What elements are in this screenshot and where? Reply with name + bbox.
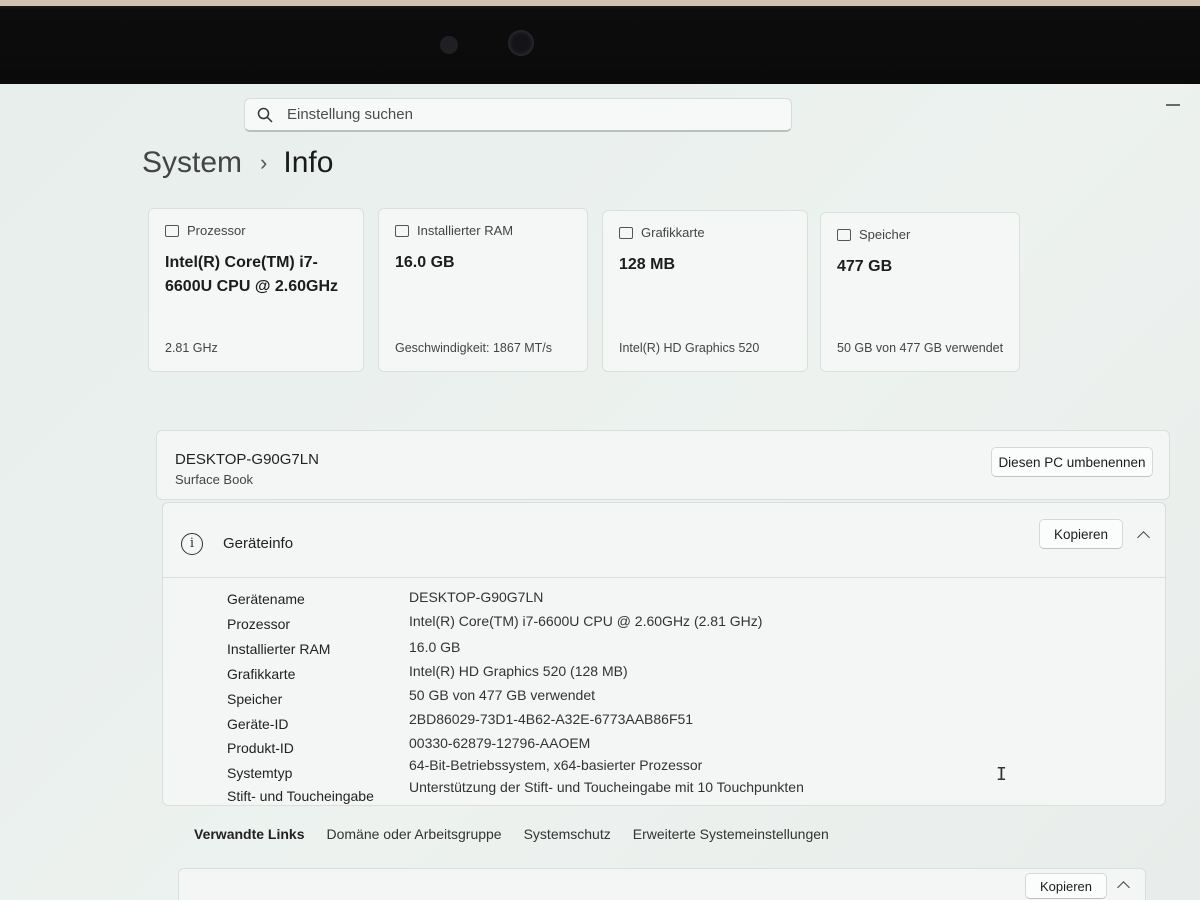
minimize-button[interactable] (1166, 104, 1180, 106)
card-sub: 50 GB von 477 GB verwendet (837, 341, 1004, 355)
search-placeholder: Einstellung suchen (287, 106, 413, 123)
storage-icon (837, 228, 851, 241)
spec-value: 64-Bit-Betriebssystem, x64-basierter Pro… (409, 757, 703, 773)
breadcrumb: System › Info (142, 146, 333, 180)
laptop-bezel (0, 0, 1200, 84)
search-box[interactable]: Einstellung suchen (244, 98, 792, 132)
camera-sensor-icon (440, 36, 458, 54)
device-name-panel: DESKTOP-G90G7LN Surface Book Diesen PC u… (156, 430, 1170, 500)
device-name: DESKTOP-G90G7LN (175, 451, 319, 468)
card-label: Prozessor (187, 223, 246, 238)
processor-icon (165, 224, 179, 237)
card-label: Installierter RAM (417, 223, 514, 238)
windows-spec-panel: Kopieren (178, 868, 1146, 900)
card-label: Speicher (859, 227, 911, 242)
breadcrumb-separator: › (260, 150, 268, 175)
related-links-bar: Verwandte Links Domäne oder Arbeitsgrupp… (176, 806, 1166, 862)
related-links-title: Verwandte Links (194, 826, 305, 842)
copy-button-2[interactable]: Kopieren (1025, 873, 1107, 899)
rename-pc-label: Diesen PC umbenennen (998, 454, 1146, 470)
spec-value: Unterstützung der Stift- und Toucheingab… (409, 779, 804, 795)
device-info-panel: i Geräteinfo Kopieren Gerätename DESKTOP… (162, 502, 1167, 806)
page-title: Info (283, 146, 334, 179)
card-graphics: Grafikkarte 128 MB Intel(R) HD Graphics … (602, 210, 808, 372)
spec-label: Produkt-ID (227, 740, 294, 756)
copy-label: Kopieren (1053, 526, 1109, 542)
card-sub: Geschwindigkeit: 1867 MT/s (395, 341, 553, 355)
text-cursor-icon: I (996, 764, 1007, 785)
copy-label: Kopieren (1039, 878, 1093, 894)
spec-label: Geräte-ID (227, 716, 289, 732)
spec-value: 50 GB von 477 GB verwendet (409, 687, 595, 703)
spec-label: Stift- und Toucheingabe (227, 788, 374, 804)
camera-lens-icon (508, 30, 534, 56)
spec-label: Grafikkarte (227, 666, 296, 682)
chevron-up-icon[interactable] (1117, 881, 1130, 894)
card-processor: Prozessor Intel(R) Core(TM) i7-6600U CPU… (148, 208, 364, 372)
spec-label: Installierter RAM (227, 641, 331, 657)
copy-button[interactable]: Kopieren (1039, 519, 1123, 549)
chevron-up-icon[interactable] (1137, 531, 1150, 544)
spec-value: Intel(R) HD Graphics 520 (128 MB) (409, 663, 628, 679)
spec-value: DESKTOP-G90G7LN (409, 589, 544, 605)
search-icon (257, 107, 273, 123)
card-value: 16.0 GB (395, 254, 455, 271)
graphics-card-icon (619, 226, 633, 239)
rename-pc-button[interactable]: Diesen PC umbenennen (991, 447, 1153, 477)
link-system-protection[interactable]: Systemschutz (524, 826, 611, 842)
link-advanced-settings[interactable]: Erweiterte Systemeinstellungen (633, 826, 829, 842)
card-sub: 2.81 GHz (165, 341, 218, 355)
spec-value: 2BD86029-73D1-4B62-A32E-6773AAB86F51 (409, 711, 694, 727)
bezel-edge (0, 0, 1200, 6)
ram-icon (395, 224, 409, 237)
device-model: Surface Book (175, 472, 254, 487)
divider (163, 577, 1167, 578)
breadcrumb-system[interactable]: System (142, 146, 242, 180)
card-label: Grafikkarte (641, 225, 705, 240)
card-sub: Intel(R) HD Graphics 520 (619, 341, 760, 355)
card-storage: Speicher 477 GB 50 GB von 477 GB verwend… (820, 212, 1020, 372)
card-value: Intel(R) Core(TM) i7-6600U CPU @ 2.60GHz (165, 254, 339, 295)
settings-window: Einstellung suchen System › Info Prozess… (0, 84, 1200, 900)
link-domain-workgroup[interactable]: Domäne oder Arbeitsgruppe (326, 826, 501, 842)
card-value: 128 MB (619, 256, 676, 273)
device-info-title: Geräteinfo (223, 535, 294, 552)
spec-value: 00330-62879-12796-AAOEM (409, 735, 591, 751)
spec-value: 16.0 GB (409, 639, 461, 655)
spec-label: Systemtyp (227, 765, 293, 781)
spec-value: Intel(R) Core(TM) i7-6600U CPU @ 2.60GHz… (409, 613, 763, 629)
spec-label: Prozessor (227, 616, 291, 632)
spec-label: Gerätename (227, 591, 305, 607)
spec-label: Speicher (227, 691, 283, 707)
card-ram: Installierter RAM 16.0 GB Geschwindigkei… (378, 208, 588, 372)
info-icon: i (181, 533, 203, 555)
card-value: 477 GB (837, 258, 893, 275)
